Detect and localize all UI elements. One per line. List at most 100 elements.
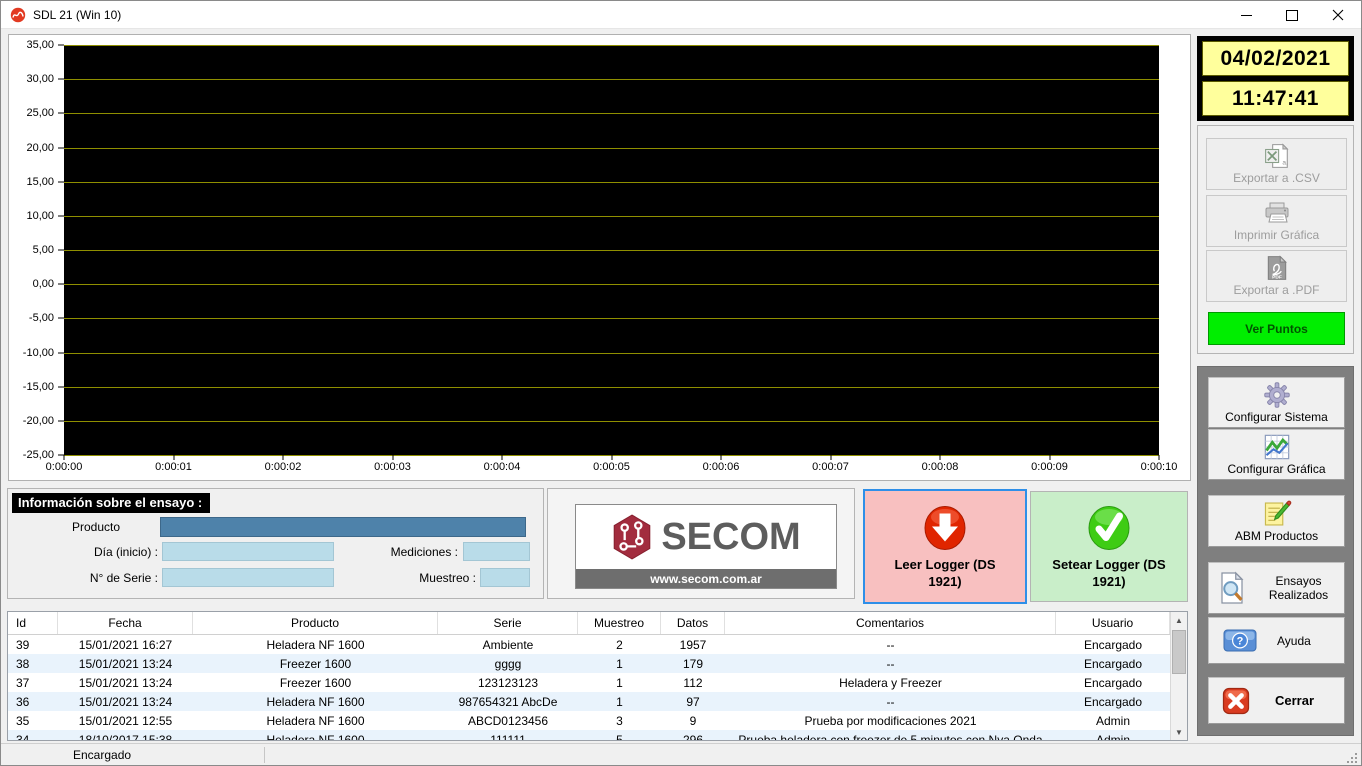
print-graph-button[interactable]: Imprimir Gráfica bbox=[1206, 195, 1347, 247]
maximize-button[interactable] bbox=[1269, 1, 1315, 29]
x-tick-mark bbox=[830, 455, 831, 460]
muestreo-field[interactable] bbox=[480, 568, 530, 587]
notepad-pencil-icon bbox=[1262, 500, 1292, 528]
ensayos-realizados-label: Ensayos Realizados bbox=[1268, 574, 1329, 602]
x-tick-label: 0:00:09 bbox=[1031, 461, 1068, 473]
table-row[interactable]: 36 15/01/2021 13:24 Heladera NF 1600 987654… bbox=[8, 692, 1170, 711]
table-cell: 9 bbox=[689, 713, 697, 728]
table-cell: gggg bbox=[494, 656, 522, 671]
column-header[interactable]: Fecha bbox=[58, 612, 193, 634]
scroll-up-button[interactable]: ▲ bbox=[1171, 612, 1187, 628]
leer-logger-button[interactable]: Leer Logger (DS 1921) bbox=[863, 489, 1027, 604]
secom-logo: SECOM www.secom.com.ar bbox=[575, 504, 837, 589]
column-header[interactable]: Muestreo bbox=[578, 612, 661, 634]
table-row[interactable]: 37 15/01/2021 13:24 Freezer 1600 123123123 1… bbox=[8, 673, 1170, 692]
cerrar-button[interactable]: Cerrar bbox=[1208, 677, 1345, 724]
ver-puntos-button[interactable]: Ver Puntos bbox=[1208, 312, 1345, 345]
table-cell: 5 bbox=[616, 732, 623, 741]
x-tick-mark bbox=[720, 455, 722, 460]
table-scrollbar[interactable]: ▲ ▼ bbox=[1170, 612, 1187, 740]
ayuda-label: Ayuda bbox=[1277, 633, 1311, 648]
x-tick-mark bbox=[611, 455, 612, 460]
column-header[interactable]: Id bbox=[8, 612, 58, 634]
x-tick-label: 0:00:10 bbox=[1140, 461, 1178, 473]
table-row[interactable]: 34 18/10/2017 15:38 Heladera NF 1600 111111… bbox=[8, 730, 1170, 741]
table-cell: Freezer 1600 bbox=[279, 656, 352, 671]
table-cell: Heladera NF 1600 bbox=[266, 713, 365, 728]
printer-icon bbox=[1263, 200, 1291, 226]
ayuda-button[interactable]: ? Ayuda bbox=[1208, 617, 1345, 664]
pdf-file-icon: PDF bbox=[1264, 255, 1290, 281]
chart-settings-icon bbox=[1263, 433, 1291, 461]
plot-area[interactable] bbox=[64, 45, 1159, 456]
y-tick-label: 20,00 bbox=[26, 141, 54, 154]
table-cell: 15/01/2021 13:24 bbox=[78, 656, 173, 671]
print-graph-label: Imprimir Gráfica bbox=[1233, 228, 1320, 242]
x-tick-label: 0:00:00 bbox=[45, 461, 83, 473]
table-cell: 179 bbox=[682, 656, 704, 671]
abm-productos-button[interactable]: ABM Productos bbox=[1208, 495, 1345, 547]
table-cell: 35 bbox=[16, 713, 30, 728]
column-header[interactable]: Producto bbox=[193, 612, 438, 634]
time-display: 11:47:41 bbox=[1202, 81, 1349, 116]
table-cell: Encargado bbox=[1083, 675, 1143, 690]
table-row[interactable]: 35 15/01/2021 12:55 Heladera NF 1600 ABCD01… bbox=[8, 711, 1170, 730]
y-tick-label: 10,00 bbox=[26, 209, 54, 222]
configurar-grafica-button[interactable]: Configurar Gráfica bbox=[1208, 429, 1345, 480]
help-icon: ? bbox=[1223, 628, 1257, 653]
window-controls bbox=[1223, 1, 1361, 29]
resize-grip[interactable] bbox=[1345, 751, 1358, 764]
export-pdf-button[interactable]: PDF Exportar a .PDF bbox=[1206, 250, 1347, 302]
y-tick-mark bbox=[58, 147, 64, 148]
x-axis-labels: 0:00:00 0:00:01 0:00:02 0:00:03 0:00:04 0:00:… bbox=[46, 455, 1177, 477]
export-csv-label: Exportar a .CSV bbox=[1233, 171, 1320, 185]
setear-logger-button[interactable]: Setear Logger (DS 1921) bbox=[1030, 491, 1188, 602]
x-tick-mark bbox=[282, 455, 284, 460]
y-tick-label: 15,00 bbox=[26, 175, 54, 188]
ensayos-table: Id Fecha Producto Serie Muestreo Datos Comenta… bbox=[7, 611, 1188, 741]
x-tick-mark bbox=[392, 455, 393, 460]
table-cell: 97 bbox=[686, 694, 700, 709]
mediciones-field[interactable] bbox=[463, 542, 530, 561]
column-header[interactable]: Serie bbox=[438, 612, 578, 634]
y-tick-mark bbox=[58, 249, 64, 251]
serie-field[interactable] bbox=[162, 568, 334, 587]
y-tick-mark bbox=[58, 352, 64, 353]
column-header[interactable]: Comentarios bbox=[725, 612, 1056, 634]
column-header[interactable]: Datos bbox=[661, 612, 725, 634]
table-content[interactable]: Id Fecha Producto Serie Muestreo Datos Comenta… bbox=[8, 612, 1170, 741]
producto-label: Producto bbox=[71, 520, 120, 534]
table-cell: 18/10/2017 15:38 bbox=[78, 732, 173, 741]
table-cell: 1 bbox=[616, 656, 623, 671]
y-tick-mark bbox=[58, 181, 64, 183]
scroll-thumb[interactable] bbox=[1172, 630, 1186, 674]
y-tick-label: -25,00 bbox=[22, 449, 54, 461]
export-csv-button[interactable]: a, Exportar a .CSV bbox=[1206, 138, 1347, 190]
y-tick-mark bbox=[58, 420, 64, 422]
muestreo-label: Muestreo : bbox=[419, 571, 476, 585]
ensayos-realizados-button[interactable]: Ensayos Realizados bbox=[1208, 562, 1345, 614]
close-button[interactable] bbox=[1315, 1, 1361, 29]
side-menu-panel: Configurar Sistema Configurar Gráfica AB… bbox=[1197, 366, 1354, 736]
x-tick-label: 0:00:04 bbox=[483, 461, 521, 473]
gridline-horizontal bbox=[64, 215, 1159, 217]
table-cell: Heladera NF 1600 bbox=[266, 732, 365, 741]
table-row[interactable]: 38 15/01/2021 13:24 Freezer 1600 gggg 1 179 --… bbox=[8, 654, 1170, 673]
table-cell: 15/01/2021 13:24 bbox=[78, 694, 173, 709]
dia-inicio-field[interactable] bbox=[162, 542, 334, 561]
table-cell: 1 bbox=[616, 675, 623, 690]
scroll-down-button[interactable]: ▼ bbox=[1171, 724, 1187, 740]
logo-panel: SECOM www.secom.com.ar bbox=[547, 488, 855, 599]
app-icon bbox=[10, 7, 26, 23]
table-row[interactable]: 39 15/01/2021 16:27 Heladera NF 1600 Ambien… bbox=[8, 635, 1170, 654]
configurar-sistema-label: Configurar Sistema bbox=[1225, 410, 1328, 424]
configurar-sistema-button[interactable]: Configurar Sistema bbox=[1208, 377, 1345, 428]
producto-combo[interactable] bbox=[160, 517, 526, 537]
minimize-button[interactable] bbox=[1223, 1, 1269, 29]
svg-text:?: ? bbox=[1237, 636, 1244, 648]
column-header[interactable]: Usuario bbox=[1056, 612, 1170, 634]
y-tick-mark bbox=[58, 112, 64, 114]
table-cell: 39 bbox=[16, 637, 30, 652]
cerrar-label: Cerrar bbox=[1275, 693, 1315, 708]
x-tick-label: 0:00:06 bbox=[702, 461, 740, 473]
